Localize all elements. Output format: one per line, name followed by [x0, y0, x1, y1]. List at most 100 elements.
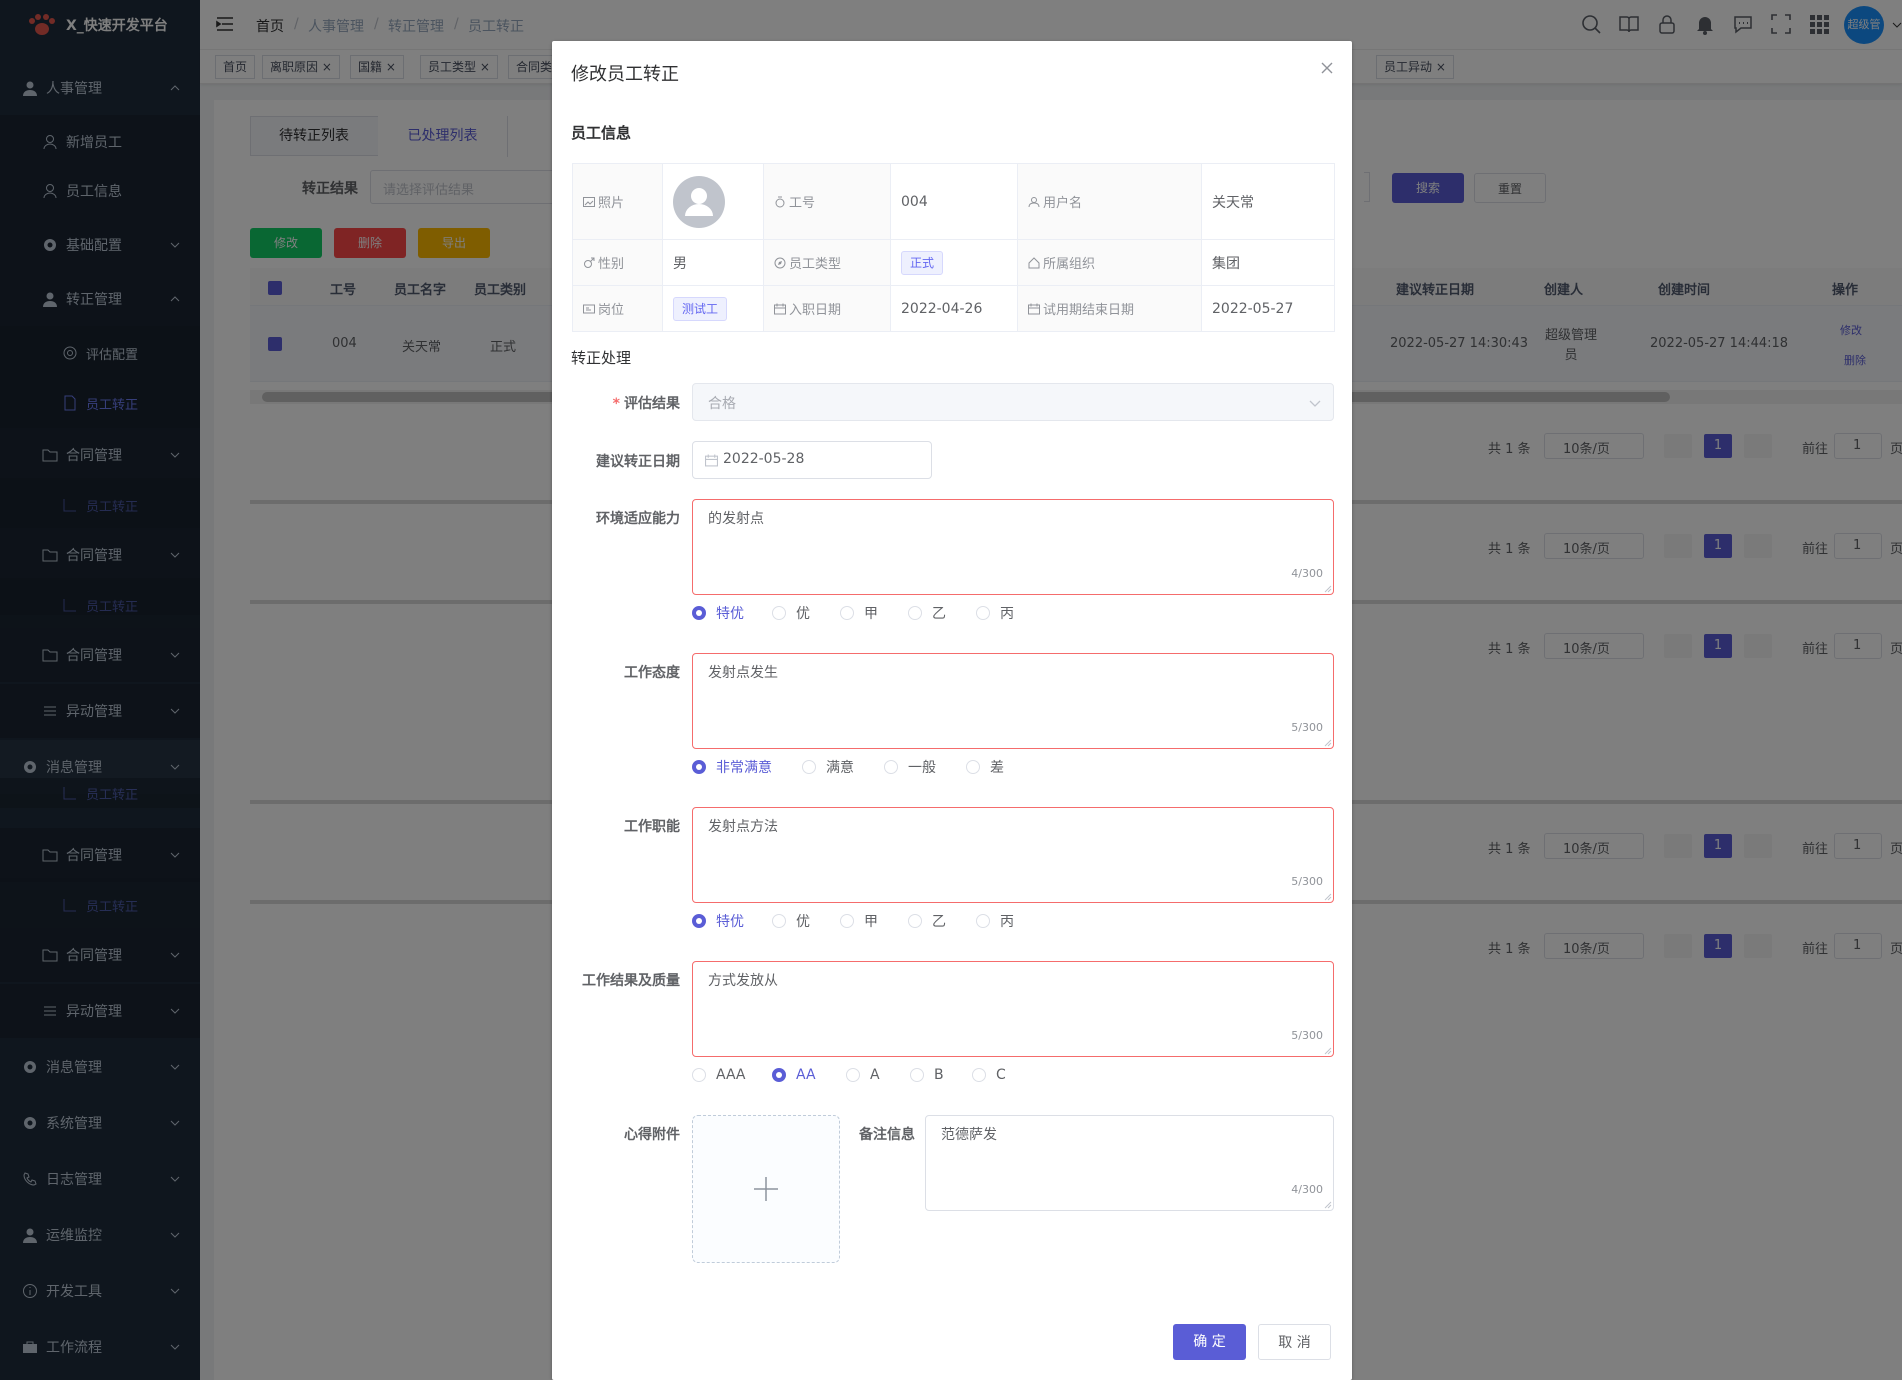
dialog-title: 修改员工转正: [571, 64, 679, 85]
attitude-textarea[interactable]: 发射点发生 5/300: [692, 653, 1334, 749]
radio-dot: [846, 1068, 860, 1082]
resize-handle-icon[interactable]: [1324, 893, 1332, 901]
required-mark: *: [612, 396, 620, 412]
post-label: 岗位: [598, 303, 625, 318]
join-label-cell: 入职日期: [763, 285, 891, 332]
id-label-cell: 工号: [763, 163, 891, 240]
post-tag: 测试工: [673, 296, 728, 321]
attitude-text: 发射点发生: [708, 665, 778, 681]
attitude-radio-option[interactable]: 差: [966, 758, 1004, 776]
env-radio-option[interactable]: 优: [772, 604, 810, 622]
env-radio-option[interactable]: 特优: [692, 604, 744, 622]
radio-label: AA: [796, 1067, 816, 1083]
duty-text: 发射点方法: [708, 819, 778, 835]
quality-text: 方式发放从: [708, 973, 778, 989]
duty-textarea[interactable]: 发射点方法 5/300: [692, 807, 1334, 903]
trial-label-cell: 试用期结束日期: [1017, 285, 1202, 332]
duty-count: 5/300: [1291, 875, 1323, 888]
quality-radio-option[interactable]: B: [910, 1066, 944, 1084]
confirm-button[interactable]: 确 定: [1173, 1324, 1246, 1360]
photo-label-cell: 照片: [572, 163, 663, 240]
cancel-button[interactable]: 取 消: [1258, 1324, 1331, 1360]
quality-radio-option[interactable]: AA: [772, 1066, 816, 1084]
attitude-radio-option[interactable]: 一般: [884, 758, 936, 776]
duty-radio-option[interactable]: 乙: [908, 912, 946, 930]
radio-dot: [802, 760, 816, 774]
type-label-cell: 员工类型: [763, 239, 891, 286]
home-icon: [1028, 257, 1040, 269]
radio-dot: [692, 606, 706, 620]
date-value: 2022-05-28: [723, 451, 805, 467]
radio-label: 特优: [716, 914, 744, 930]
env-count: 4/300: [1291, 567, 1323, 580]
org-label: 所属组织: [1043, 257, 1096, 272]
join-label: 入职日期: [789, 303, 842, 318]
attitude-label: 工作态度: [624, 665, 680, 681]
radio-label: 乙: [932, 914, 946, 930]
radio-label: B: [934, 1067, 944, 1083]
env-radio-option[interactable]: 乙: [908, 604, 946, 622]
resize-handle-icon[interactable]: [1324, 1201, 1332, 1209]
env-textarea[interactable]: 的发射点 4/300: [692, 499, 1334, 595]
quality-radio-option[interactable]: C: [972, 1066, 1006, 1084]
gender-label-cell: 性别: [572, 239, 663, 286]
type-tag: 正式: [901, 250, 944, 275]
duty-radio-option[interactable]: 特优: [692, 912, 744, 930]
attach-label: 心得附件: [624, 1127, 680, 1143]
photo-label: 照片: [598, 196, 625, 211]
radio-label: 甲: [864, 606, 878, 622]
username-label: 用户名: [1043, 196, 1083, 211]
suggest-date-picker[interactable]: 2022-05-28: [692, 441, 932, 479]
close-icon[interactable]: [1320, 61, 1334, 75]
quality-label: 工作结果及质量: [582, 973, 680, 989]
radio-dot: [976, 914, 990, 928]
trial-value: 2022-05-27: [1201, 285, 1335, 332]
calendar-icon: [774, 303, 786, 315]
employee-info-table: 照片 工号 004 用户名 关天常 性别 男 员工类型 正式 所属组织 集团 岗…: [572, 163, 1335, 332]
radio-dot: [692, 1068, 706, 1082]
id-label: 工号: [789, 196, 816, 211]
remark-textarea[interactable]: 范德萨发 4/300: [925, 1115, 1334, 1211]
radio-label: 特优: [716, 606, 744, 622]
resize-handle-icon[interactable]: [1324, 739, 1332, 747]
radio-dot: [908, 914, 922, 928]
join-value: 2022-04-26: [890, 285, 1018, 332]
duty-radio-option[interactable]: 优: [772, 912, 810, 930]
attitude-radio-option[interactable]: 满意: [802, 758, 854, 776]
result-label-text: 评估结果: [624, 396, 680, 412]
duty-radio-option[interactable]: 丙: [976, 912, 1014, 930]
radio-dot: [840, 914, 854, 928]
radio-dot: [692, 914, 706, 928]
username-value: 关天常: [1201, 163, 1335, 240]
quality-radio-option[interactable]: AAA: [692, 1066, 746, 1084]
env-radio-option[interactable]: 丙: [976, 604, 1014, 622]
attachment-upload[interactable]: [692, 1115, 840, 1263]
quality-radio-option[interactable]: A: [846, 1066, 880, 1084]
env-label: 环境适应能力: [596, 511, 680, 527]
radio-dot: [772, 1068, 786, 1082]
radio-label: 满意: [826, 760, 854, 776]
env-radio-option[interactable]: 甲: [840, 604, 878, 622]
radio-label: 优: [796, 914, 810, 930]
radio-dot: [908, 606, 922, 620]
radio-label: 丙: [1000, 914, 1014, 930]
resize-handle-icon[interactable]: [1324, 1047, 1332, 1055]
radio-label: 甲: [864, 914, 878, 930]
section-process: 转正处理: [571, 349, 632, 367]
radio-label: 丙: [1000, 606, 1014, 622]
calendar-icon: [705, 454, 718, 467]
male-icon: [584, 257, 595, 268]
id-card-icon: [583, 304, 595, 314]
duty-radio-option[interactable]: 甲: [840, 912, 878, 930]
quality-textarea[interactable]: 方式发放从 5/300: [692, 961, 1334, 1057]
org-label-cell: 所属组织: [1017, 239, 1202, 286]
user-outline-icon: [1028, 197, 1040, 208]
radio-dot: [884, 760, 898, 774]
attitude-count: 5/300: [1291, 721, 1323, 734]
gender-label: 性别: [598, 257, 625, 272]
attitude-radio-option[interactable]: 非常满意: [692, 758, 772, 776]
radio-dot: [772, 606, 786, 620]
resize-handle-icon[interactable]: [1324, 585, 1332, 593]
result-select[interactable]: 合格: [692, 383, 1334, 421]
username-label-cell: 用户名: [1017, 163, 1202, 240]
